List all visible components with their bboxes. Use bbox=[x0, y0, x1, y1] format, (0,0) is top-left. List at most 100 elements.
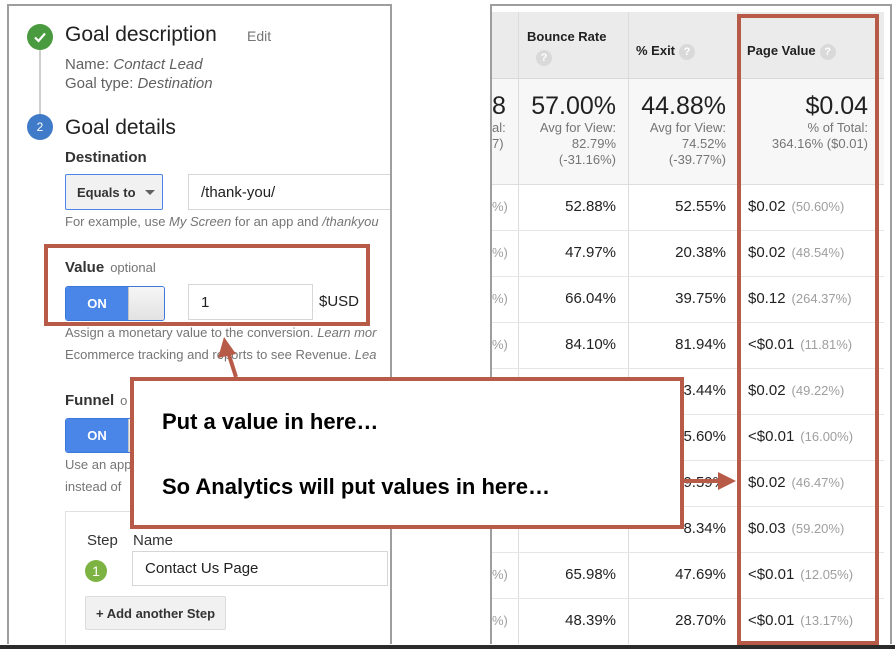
goal-details-heading: Goal details bbox=[65, 116, 176, 139]
column-label: Page Value bbox=[747, 43, 816, 58]
help-icon[interactable]: ? bbox=[679, 43, 696, 60]
help-icon[interactable]: ? bbox=[819, 43, 836, 60]
bounce-rate-cell: 47.97% bbox=[565, 244, 616, 261]
summary-sub: Avg for View: bbox=[649, 120, 726, 135]
exit-cell: 52.55% bbox=[675, 198, 726, 215]
goal-name-value: Contact Lead bbox=[113, 56, 203, 73]
step-number-badge: 2 bbox=[27, 114, 53, 140]
funnel-step-name-input[interactable]: Contact Us Page bbox=[132, 551, 388, 586]
page-value-percent: (50.60%) bbox=[791, 199, 845, 214]
help-icon[interactable]: ? bbox=[536, 50, 552, 66]
summary-sub: % of Total: bbox=[807, 120, 868, 135]
column-label: Bounce Rate bbox=[527, 29, 607, 44]
learn-more-link[interactable]: Learn mor bbox=[317, 325, 376, 340]
learn-more-link[interactable]: Lea bbox=[355, 347, 377, 362]
hint-text: for an app and bbox=[231, 214, 323, 229]
add-another-step-button[interactable]: + Add another Step bbox=[85, 596, 226, 630]
match-type-dropdown[interactable]: Equals to bbox=[65, 174, 163, 210]
summary-partial-sub: 7) bbox=[492, 136, 504, 151]
column-label: % Exit bbox=[636, 43, 676, 58]
partial-cell: %) bbox=[492, 337, 508, 352]
page-value-percent: (46.47%) bbox=[791, 475, 845, 490]
summary-partial-value: 8 bbox=[492, 92, 506, 120]
bounce-rate-cell: 84.10% bbox=[565, 336, 616, 353]
summary-sub: (-39.77%) bbox=[668, 152, 726, 167]
page-value-cell: <$0.01 (11.81%) bbox=[748, 336, 852, 353]
table-row: %) 65.98% 47.69% <$0.01 (12.05%) bbox=[492, 553, 884, 599]
summary-sub: (-31.16%) bbox=[558, 152, 616, 167]
page-value-percent: (16.00%) bbox=[800, 429, 854, 444]
exit-cell: 20.38% bbox=[675, 244, 726, 261]
summary-sub: 82.79% bbox=[571, 136, 616, 151]
page-value-amount: $0.02 bbox=[748, 198, 786, 215]
partial-cell: %) bbox=[492, 291, 508, 306]
report-table-panel: Bounce Rate ? % Exit? Page Value? 8 al: … bbox=[490, 4, 892, 644]
goal-name: Name: Contact Lead bbox=[65, 56, 203, 73]
exit-cell: 5.60% bbox=[683, 428, 726, 445]
check-icon bbox=[27, 24, 53, 50]
page-value-percent: (59.20%) bbox=[791, 521, 845, 536]
page-value-cell: $0.12 (264.37%) bbox=[748, 290, 852, 307]
bounce-rate-cell: 52.88% bbox=[565, 198, 616, 215]
toggle-knob bbox=[128, 287, 164, 320]
goal-name-label: Name: bbox=[65, 56, 110, 73]
value-label-text: Value bbox=[65, 259, 105, 276]
bounce-rate-cell: 66.04% bbox=[565, 290, 616, 307]
edit-link[interactable]: Edit bbox=[247, 28, 271, 44]
value-amount-input[interactable]: 1 bbox=[188, 284, 313, 320]
value-toggle[interactable]: ON bbox=[65, 286, 165, 321]
exit-cell: 47.69% bbox=[675, 566, 726, 583]
summary-partial-sub: al: bbox=[492, 120, 506, 135]
page-value-cell: $0.02 (48.54%) bbox=[748, 244, 844, 261]
table-row: %) 47.97% 20.38% $0.02 (48.54%) bbox=[492, 231, 884, 277]
destination-input[interactable]: /thank-you/ bbox=[188, 174, 390, 210]
funnel-label-text: Funnel bbox=[65, 392, 115, 409]
summary-sub: Avg for View: bbox=[539, 120, 616, 135]
exit-cell: 81.94% bbox=[675, 336, 726, 353]
goal-description-heading: Goal description bbox=[65, 23, 217, 46]
page-value-percent: (12.05%) bbox=[800, 567, 854, 582]
page-value-cell: $0.03 (59.20%) bbox=[748, 520, 844, 537]
bottom-border bbox=[0, 645, 895, 649]
optional-tag: optional bbox=[110, 260, 156, 275]
hint-text: For example, use bbox=[65, 214, 170, 229]
partial-cell: %) bbox=[492, 567, 508, 582]
summary-sub: 364.16% ($0.01) bbox=[771, 136, 868, 151]
summary-bounce-rate: 57.00% bbox=[531, 92, 616, 120]
funnel-label: Funnel o bbox=[65, 392, 127, 409]
funnel-hint-line2: instead of bbox=[65, 479, 122, 494]
exit-cell: 3.44% bbox=[683, 382, 726, 399]
destination-label: Destination bbox=[65, 149, 147, 166]
page-value-amount: <$0.01 bbox=[748, 336, 795, 353]
step-connector bbox=[39, 44, 41, 124]
page-value-percent: (48.54%) bbox=[791, 245, 845, 260]
bounce-rate-cell: 65.98% bbox=[565, 566, 616, 583]
summary-page-value: $0.04 bbox=[805, 92, 868, 120]
page-value-cell: $0.02 (46.47%) bbox=[748, 474, 844, 491]
page-value-amount: $0.02 bbox=[748, 382, 786, 399]
name-column-header: Name bbox=[133, 532, 174, 549]
toggle-on-label: ON bbox=[66, 287, 128, 320]
column-header-bounce-rate[interactable]: Bounce Rate ? bbox=[527, 29, 606, 66]
callout-line-2: So Analytics will put values in here… bbox=[162, 474, 550, 499]
summary-sub: 74.52% bbox=[681, 136, 726, 151]
exit-cell: 39.75% bbox=[675, 290, 726, 307]
column-header-page-value[interactable]: Page Value? bbox=[747, 43, 836, 60]
column-header-exit[interactable]: % Exit? bbox=[636, 43, 696, 60]
page-value-cell: $0.02 (50.60%) bbox=[748, 198, 844, 215]
summary-exit: 44.88% bbox=[641, 92, 726, 120]
annotation-callout: Put a value in here… So Analytics will p… bbox=[130, 377, 684, 529]
partial-cell: %) bbox=[492, 613, 508, 628]
page-value-amount: <$0.01 bbox=[748, 566, 795, 583]
value-hint-line1: Assign a monetary value to the conversio… bbox=[65, 325, 376, 340]
page-value-amount: $0.03 bbox=[748, 520, 786, 537]
funnel-step-number: 1 bbox=[85, 560, 107, 582]
page-value-amount: $0.02 bbox=[748, 474, 786, 491]
page-value-cell: <$0.01 (16.00%) bbox=[748, 428, 853, 445]
exit-cell: 8.34% bbox=[683, 520, 726, 537]
exit-cell: 28.70% bbox=[675, 612, 726, 629]
page-value-percent: (49.22%) bbox=[791, 383, 845, 398]
value-hint-line2: Ecommerce tracking and reports to see Re… bbox=[65, 347, 376, 362]
page-value-amount: <$0.01 bbox=[748, 612, 795, 629]
table-row: %) 66.04% 39.75% $0.12 (264.37%) bbox=[492, 277, 884, 323]
